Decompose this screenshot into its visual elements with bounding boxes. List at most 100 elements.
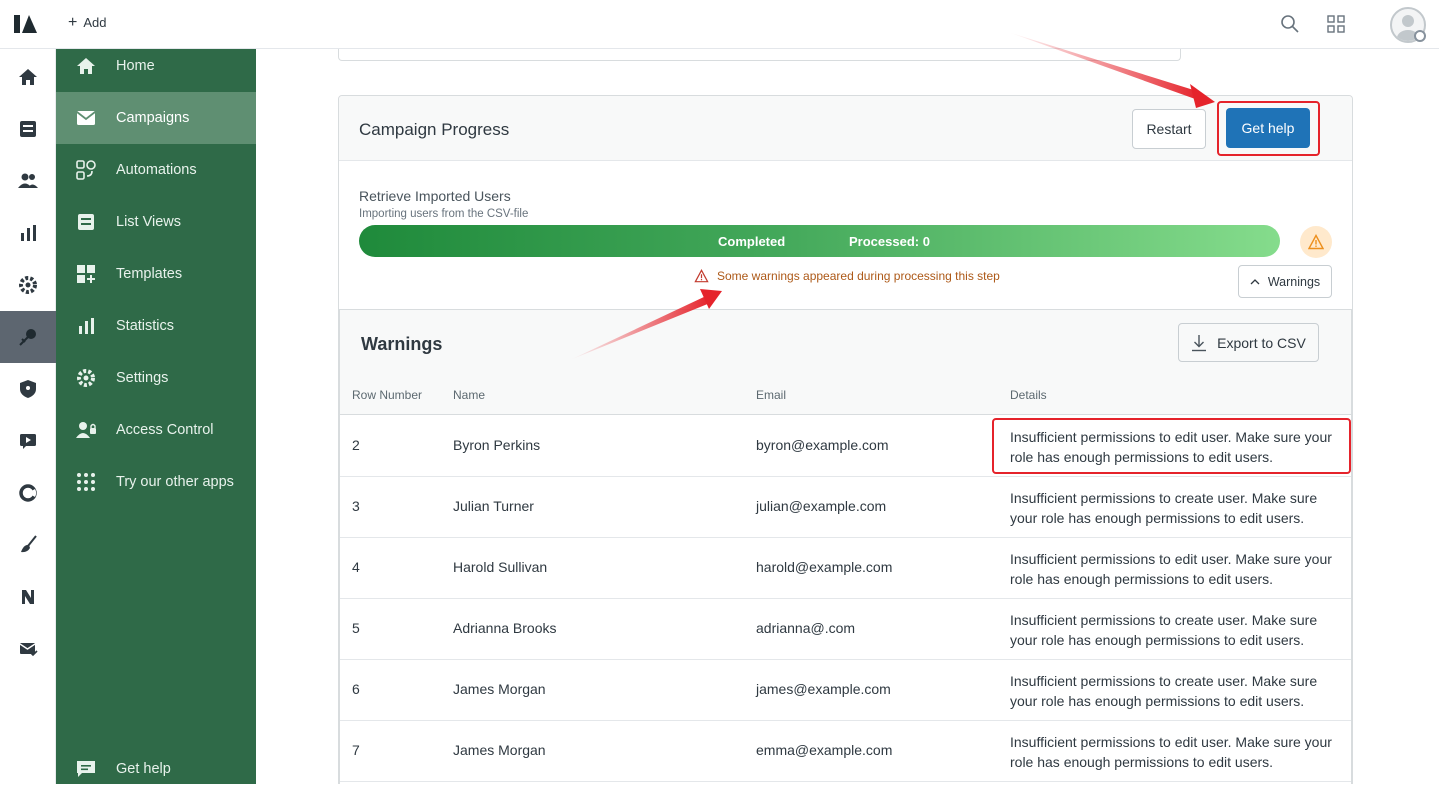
chart-icon (21, 225, 36, 241)
rail-shield[interactable] (0, 363, 56, 415)
home-icon (19, 69, 37, 85)
rail-video[interactable] (0, 415, 56, 467)
rail-broom[interactable] (0, 519, 56, 571)
step-title: Retrieve Imported Users (359, 188, 511, 204)
nav-item-access-control[interactable]: Access Control (56, 404, 256, 456)
cell-email: adrianna@.com (756, 620, 856, 636)
rail-home[interactable] (0, 51, 56, 103)
nav-item-label: Try our other apps (116, 474, 234, 490)
nav-item-statistics[interactable]: Statistics (56, 300, 256, 352)
progress-fill (359, 225, 1280, 257)
automation-icon (76, 160, 96, 180)
progress-bar: Completed Processed: 0 (359, 225, 1280, 257)
restart-button[interactable]: Restart (1132, 109, 1206, 149)
n-logo-icon (22, 590, 34, 604)
inbox-icon (20, 121, 36, 137)
cell-email: james@example.com (756, 681, 891, 697)
nav-item-label: Home (116, 58, 155, 74)
access-icon (76, 422, 96, 438)
shield-icon (20, 380, 36, 398)
table-row: 3 Julian Turner julian@example.com Insuf… (340, 477, 1351, 538)
cell-row-number: 4 (352, 559, 360, 575)
rail-chart[interactable] (0, 207, 56, 259)
warnings-toggle-button[interactable]: Warnings (1238, 265, 1332, 298)
dots-grid-icon (77, 473, 95, 491)
nav-item-home[interactable]: Home (56, 40, 256, 92)
rail-inbox[interactable] (0, 103, 56, 155)
warning-triangle-icon (694, 269, 709, 283)
download-icon (1192, 334, 1207, 351)
cell-name: Harold Sullivan (453, 559, 548, 575)
progress-status: Completed (718, 234, 786, 249)
plus-icon: + (68, 13, 78, 31)
cell-row-number: 5 (352, 620, 360, 636)
cell-name: James Morgan (453, 681, 546, 697)
table-header: Row Number Name Email Details (340, 374, 1351, 415)
stats-icon (79, 318, 94, 334)
chevron-up-icon (1250, 278, 1260, 284)
warnings-panel: Warnings Export to CSV Row Number Name E… (339, 309, 1352, 784)
nav-item-settings[interactable]: Settings (56, 352, 256, 404)
export-csv-button[interactable]: Export to CSV (1178, 323, 1319, 362)
gear-icon (19, 276, 37, 294)
list-icon (78, 214, 94, 230)
apps-grid-icon[interactable] (1326, 14, 1346, 34)
rail-pie[interactable] (0, 467, 56, 519)
search-icon[interactable] (1280, 14, 1300, 34)
rail-users[interactable] (0, 155, 56, 207)
nav-item-list-views[interactable]: List Views (56, 196, 256, 248)
nav-item-label: Get help (116, 761, 171, 777)
nav-item-campaigns[interactable]: Campaigns (56, 92, 256, 144)
warnings-toggle-label: Warnings (1267, 274, 1321, 289)
cell-row-number: 2 (352, 437, 360, 453)
export-csv-label: Export to CSV (1217, 334, 1306, 351)
app-logo-icon[interactable] (13, 13, 39, 35)
table-row: 6 James Morgan james@example.com Insuffi… (340, 660, 1351, 721)
warning-indicator[interactable] (1300, 226, 1332, 258)
column-header-details: Details (1010, 388, 1047, 402)
table-row: 4 Harold Sullivan harold@example.com Ins… (340, 538, 1351, 599)
warning-message-text: Some warnings appeared during processing… (717, 269, 1000, 283)
nav-item-label: Automations (116, 162, 197, 178)
video-icon (20, 434, 36, 449)
warnings-title: Warnings (361, 334, 443, 354)
cell-name: Byron Perkins (453, 437, 541, 453)
chat-help-icon (77, 761, 95, 777)
rail-settings[interactable] (0, 259, 56, 311)
templates-icon (77, 265, 95, 283)
highlight-details-cell (992, 418, 1351, 474)
warnings-header: Warnings Export to CSV (340, 310, 1351, 374)
cell-name: Adrianna Brooks (453, 620, 557, 636)
side-navigation: Home Campaigns Automations List Views Te… (56, 49, 256, 784)
home-icon (77, 58, 95, 74)
previous-card (338, 49, 1181, 61)
nav-item-other-apps[interactable]: Try our other apps (56, 456, 256, 508)
cell-details: Insufficient permissions to create user.… (1010, 612, 1318, 648)
nav-get-help[interactable]: Get help (56, 743, 256, 795)
cell-name: James Morgan (453, 742, 546, 758)
mail-check-icon (19, 643, 38, 657)
cell-row-number: 3 (352, 498, 360, 514)
cell-details: Insufficient permissions to create user.… (1010, 490, 1318, 526)
nav-item-label: Statistics (116, 318, 175, 334)
step-subtitle: Importing users from the CSV-file (359, 208, 529, 220)
cell-email: byron@example.com (756, 437, 889, 453)
nav-item-label: Settings (116, 370, 169, 386)
nav-item-label: Access Control (116, 422, 214, 438)
table-row: 5 Adrianna Brooks adrianna@.com Insuffic… (340, 599, 1351, 660)
rail-mail-check[interactable] (0, 623, 56, 675)
cell-name: Julian Turner (453, 498, 534, 514)
rail-integration[interactable] (0, 311, 56, 363)
progress-processed: Processed: 0 (849, 234, 930, 249)
highlight-get-help (1217, 101, 1320, 156)
card-header: Campaign Progress Restart Get help (339, 96, 1352, 161)
add-button-label: Add (83, 15, 107, 30)
add-button[interactable]: + Add (68, 13, 107, 31)
column-header-row-number: Row Number (352, 388, 423, 402)
integration-icon (19, 329, 36, 346)
cell-row-number: 7 (352, 742, 360, 758)
rail-n-app[interactable] (0, 571, 56, 623)
cell-row-number: 6 (352, 681, 360, 697)
nav-item-templates[interactable]: Templates (56, 248, 256, 300)
nav-item-automations[interactable]: Automations (56, 144, 256, 196)
